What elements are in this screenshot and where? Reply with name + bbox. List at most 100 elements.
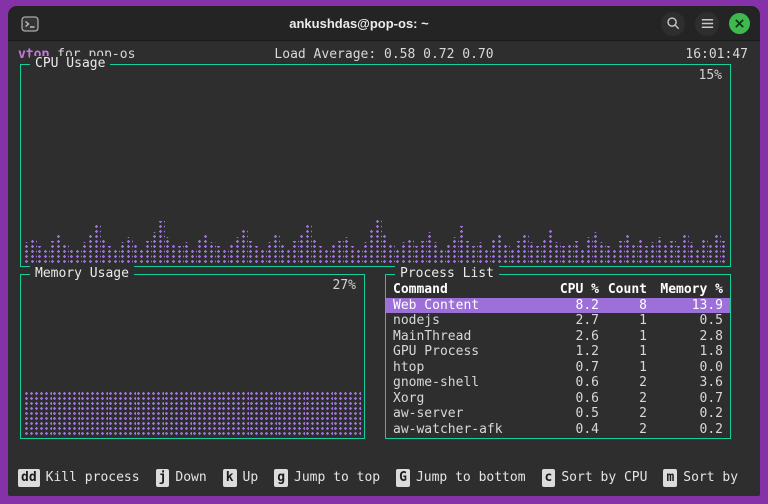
search-icon	[666, 17, 679, 30]
process-table: Command CPU % Count Memory % Web Content…	[386, 282, 730, 436]
chart-column	[304, 390, 333, 436]
keybind-j: j Down	[155, 469, 207, 487]
keybind-label: Kill process	[45, 470, 140, 485]
memory-usage-panel: Memory Usage 27%	[20, 266, 365, 439]
chart-column	[248, 390, 277, 436]
process-row[interactable]: htop 0.7 1 0.0	[386, 360, 730, 376]
process-cpu: 1.2	[575, 344, 599, 359]
search-button[interactable]	[661, 11, 685, 36]
process-memory: 0.2	[699, 406, 723, 421]
process-cpu: 0.5	[575, 406, 599, 421]
process-cpu: 0.7	[575, 359, 599, 375]
terminal-app-icon	[20, 14, 40, 34]
process-command: gnome-shell	[393, 375, 480, 390]
chart-column	[164, 390, 193, 436]
chart-column	[136, 390, 165, 436]
process-command: MainThread	[393, 328, 472, 344]
cpu-panel-title: CPU Usage	[30, 56, 111, 71]
keycap: c	[541, 469, 556, 487]
keybind-label: Jump to bottom	[415, 470, 526, 485]
terminal-content[interactable]: vtop for pop-os Load Average: 0.58 0.72 …	[8, 42, 760, 496]
col-command: Command	[393, 282, 448, 297]
process-count: 2	[639, 421, 647, 437]
process-count: 1	[639, 344, 647, 359]
process-count: 1	[639, 313, 647, 328]
keybind-c: c Sort by CPU	[541, 469, 648, 487]
process-row[interactable]: Web Content 8.2 8 13.9	[386, 297, 730, 313]
keybind-k: k Up	[222, 469, 259, 487]
titlebar-buttons	[661, 6, 750, 41]
process-memory: 0.5	[699, 313, 723, 328]
process-memory: 3.6	[699, 375, 723, 390]
process-cpu: 0.6	[575, 390, 599, 406]
keybind-label: Down	[175, 470, 207, 485]
keycap: m	[663, 469, 678, 487]
cpu-chart	[24, 210, 727, 264]
process-rows: Web Content 8.2 8 13.9 nodejs 2.7 1 0.5 MainThre…	[386, 297, 730, 437]
process-cpu: 0.4	[575, 421, 599, 437]
process-list-panel: Process List Command CPU % Count Memory …	[385, 266, 731, 439]
process-command: aw-watcher-afk	[393, 421, 503, 437]
process-command: Xorg	[393, 390, 425, 406]
keycap: dd	[18, 469, 40, 487]
process-cpu: 8.2	[575, 297, 599, 313]
process-command: htop	[393, 359, 425, 375]
process-row[interactable]: aw-server 0.5 2 0.2	[386, 406, 730, 422]
menu-button[interactable]	[695, 11, 719, 36]
chart-column	[720, 241, 727, 264]
chart-column	[52, 390, 81, 436]
keybind-label: Up	[242, 470, 259, 485]
process-count: 2	[639, 406, 647, 421]
keycap: g	[274, 469, 289, 487]
process-row[interactable]: Xorg 0.6 2 0.7	[386, 391, 730, 407]
process-cpu: 2.6	[575, 328, 599, 344]
memory-percent: 27%	[332, 278, 356, 293]
chart-column	[24, 390, 53, 436]
memory-panel-title: Memory Usage	[30, 266, 134, 281]
close-button[interactable]	[729, 13, 750, 34]
keycap: G	[396, 469, 410, 487]
chart-column	[276, 390, 305, 436]
process-count: 1	[639, 359, 647, 375]
process-command: nodejs	[393, 313, 440, 328]
process-row[interactable]: MainThread 2.6 1 2.8	[386, 329, 730, 345]
process-row[interactable]: GPU Process 1.2 1 1.8	[386, 344, 730, 360]
col-memory: Memory %	[660, 282, 723, 297]
process-count: 2	[639, 390, 647, 406]
hamburger-icon	[701, 19, 713, 28]
process-cpu: 2.7	[575, 313, 599, 328]
process-count: 8	[639, 297, 647, 313]
process-command: aw-server	[393, 406, 464, 421]
chart-column	[220, 390, 249, 436]
col-cpu: CPU %	[559, 282, 599, 297]
keybind-g: g Jump to top	[274, 469, 380, 487]
process-row[interactable]: aw-watcher-afk 0.4 2 0.2	[386, 422, 730, 437]
process-memory: 0.0	[699, 359, 723, 375]
keybind-label: Sort by	[683, 470, 739, 485]
keybind-label: Jump to top	[294, 470, 381, 485]
process-panel-title: Process List	[395, 266, 499, 281]
titlebar[interactable]: ankushdas@pop-os: ~	[8, 6, 760, 41]
process-row[interactable]: gnome-shell 0.6 2 3.6	[386, 375, 730, 391]
process-memory: 1.8	[699, 344, 723, 359]
process-count: 2	[639, 375, 647, 390]
col-count: Count	[607, 282, 647, 297]
process-memory: 0.7	[699, 390, 723, 406]
clock: 16:01:47	[685, 47, 748, 62]
keybind-label: Sort by CPU	[561, 470, 648, 485]
process-memory: 2.8	[699, 328, 723, 344]
keybind-dd: dd Kill process	[18, 469, 140, 487]
close-icon	[735, 19, 744, 28]
keybind-bar: dd Kill process j Down k Up g Jump to top G Jump …	[18, 469, 756, 487]
process-list-header: Command CPU % Count Memory %	[386, 282, 730, 298]
process-memory: 13.9	[691, 297, 723, 313]
process-command: GPU Process	[393, 344, 480, 359]
process-count: 1	[639, 328, 647, 344]
load-average: Load Average: 0.58 0.72 0.70	[274, 47, 494, 62]
process-memory: 0.2	[699, 421, 723, 437]
cpu-usage-panel: CPU Usage 15%	[20, 56, 731, 267]
keybind-G: G Jump to bottom	[396, 469, 526, 487]
cpu-percent: 15%	[698, 68, 722, 83]
process-row[interactable]: nodejs 2.7 1 0.5	[386, 313, 730, 329]
vtop-statusline: vtop for pop-os Load Average: 0.58 0.72 …	[8, 47, 760, 65]
